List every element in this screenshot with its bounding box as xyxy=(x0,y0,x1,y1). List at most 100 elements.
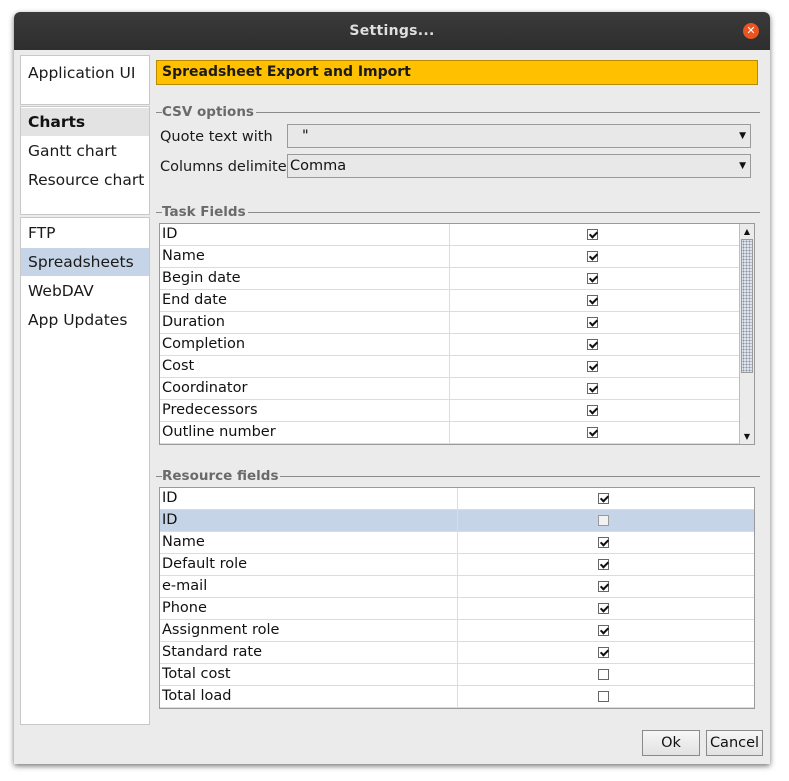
include-checkbox[interactable] xyxy=(587,273,598,284)
field-name: End date xyxy=(162,292,227,308)
close-icon[interactable]: ✕ xyxy=(743,23,759,39)
ok-button[interactable]: Ok xyxy=(642,730,700,756)
table-row[interactable]: Coordinator xyxy=(160,378,740,400)
column-divider xyxy=(449,290,450,311)
field-name: Assignment role xyxy=(162,622,280,638)
chevron-down-icon: ▼ xyxy=(739,131,746,141)
table-row[interactable]: Default role xyxy=(160,554,754,576)
scroll-down-icon[interactable]: ▼ xyxy=(740,430,754,443)
section-title: CSV options xyxy=(162,104,256,120)
table-row[interactable]: Completion xyxy=(160,334,740,356)
csv-options-section: CSV options xyxy=(156,104,760,120)
table-row[interactable]: ID xyxy=(160,510,754,532)
table-row[interactable]: ID xyxy=(160,488,754,510)
cancel-button[interactable]: Cancel xyxy=(706,730,763,756)
task-fields-scrollbar[interactable]: ▲ ▼ xyxy=(739,224,754,444)
column-divider xyxy=(457,620,458,641)
include-checkbox[interactable] xyxy=(587,383,598,394)
include-checkbox[interactable] xyxy=(598,559,609,570)
sidebar-item-webdav[interactable]: WebDAV xyxy=(21,277,149,305)
field-name: Phone xyxy=(162,600,207,616)
field-name: Predecessors xyxy=(162,402,258,418)
include-checkbox[interactable] xyxy=(587,229,598,240)
section-title: Task Fields xyxy=(162,204,248,220)
include-checkbox[interactable] xyxy=(598,581,609,592)
include-checkbox[interactable] xyxy=(598,537,609,548)
table-row[interactable]: Total load xyxy=(160,686,754,708)
table-row[interactable]: Duration xyxy=(160,312,740,334)
include-checkbox[interactable] xyxy=(587,405,598,416)
column-divider xyxy=(457,488,458,509)
scroll-thumb[interactable] xyxy=(741,239,753,373)
column-divider xyxy=(449,422,450,443)
table-row[interactable]: Total cost xyxy=(160,664,754,686)
sidebar-group-services: FTP Spreadsheets WebDAV App Updates xyxy=(20,217,150,725)
table-row[interactable]: Assignment role xyxy=(160,620,754,642)
quote-select[interactable]: " ▼ xyxy=(287,124,751,148)
include-checkbox[interactable] xyxy=(598,647,609,658)
chevron-down-icon: ▼ xyxy=(739,161,746,171)
field-name: Begin date xyxy=(162,270,241,286)
sidebar-item-resource-chart[interactable]: Resource chart xyxy=(21,166,149,194)
sidebar-group-general: Application UI xyxy=(20,55,150,105)
quote-value: " xyxy=(302,128,309,144)
include-checkbox[interactable] xyxy=(587,427,598,438)
column-divider xyxy=(449,312,450,333)
column-divider xyxy=(457,664,458,685)
column-divider xyxy=(449,356,450,377)
table-row[interactable]: End date xyxy=(160,290,740,312)
column-divider xyxy=(457,642,458,663)
table-row[interactable]: Standard rate xyxy=(160,642,754,664)
include-checkbox[interactable] xyxy=(587,339,598,350)
section-title: Resource fields xyxy=(162,468,281,484)
include-checkbox[interactable] xyxy=(598,669,609,680)
scroll-up-icon[interactable]: ▲ xyxy=(740,225,754,238)
field-name: ID xyxy=(162,226,178,242)
sidebar-item-spreadsheets[interactable]: Spreadsheets xyxy=(21,248,149,276)
include-checkbox[interactable] xyxy=(598,603,609,614)
sidebar-item-ftp[interactable]: FTP xyxy=(21,219,149,247)
sidebar-item-application-ui[interactable]: Application UI xyxy=(21,59,149,87)
include-checkbox[interactable] xyxy=(598,691,609,702)
delimiter-label: Columns delimiter xyxy=(160,159,293,175)
table-row[interactable]: e-mail xyxy=(160,576,754,598)
task-fields-table: ID Name Begin date End date Duration Completi… xyxy=(159,223,755,445)
task-fields-section: Task Fields xyxy=(156,204,760,220)
table-row[interactable]: Begin date xyxy=(160,268,740,290)
sidebar-item-app-updates[interactable]: App Updates xyxy=(21,306,149,334)
field-name: e-mail xyxy=(162,578,208,594)
field-name: Completion xyxy=(162,336,246,352)
include-checkbox[interactable] xyxy=(598,493,609,504)
include-checkbox[interactable] xyxy=(587,295,598,306)
field-name: Total load xyxy=(162,688,232,704)
column-divider xyxy=(449,378,450,399)
field-name: ID xyxy=(162,512,178,528)
window-title: Settings... xyxy=(349,23,435,39)
sidebar-item-gantt-chart[interactable]: Gantt chart xyxy=(21,137,149,165)
column-divider xyxy=(449,268,450,289)
table-row[interactable]: Predecessors xyxy=(160,400,740,422)
include-checkbox[interactable] xyxy=(587,251,598,262)
table-row[interactable]: ID xyxy=(160,224,740,246)
resource-fields-section: Resource fields xyxy=(156,468,760,484)
include-checkbox[interactable] xyxy=(598,625,609,636)
table-row[interactable]: Outline number xyxy=(160,422,740,444)
include-checkbox[interactable] xyxy=(598,515,609,526)
field-name: Cost xyxy=(162,358,195,374)
table-row[interactable]: Name xyxy=(160,532,754,554)
delimiter-select[interactable]: Comma ▼ xyxy=(287,154,751,178)
table-row[interactable]: Phone xyxy=(160,598,754,620)
table-row[interactable]: Cost xyxy=(160,356,740,378)
include-checkbox[interactable] xyxy=(587,317,598,328)
column-divider xyxy=(449,334,450,355)
column-divider xyxy=(457,510,458,531)
table-row[interactable]: Name xyxy=(160,246,740,268)
column-divider xyxy=(449,224,450,245)
field-name: Name xyxy=(162,534,205,550)
sidebar-item-charts[interactable]: Charts xyxy=(21,108,149,136)
include-checkbox[interactable] xyxy=(587,361,598,372)
field-name: Outline number xyxy=(162,424,276,440)
title-bar: Settings... ✕ xyxy=(14,12,770,50)
column-divider xyxy=(449,400,450,421)
sidebar-group-charts: Charts Gantt chart Resource chart xyxy=(20,106,150,215)
